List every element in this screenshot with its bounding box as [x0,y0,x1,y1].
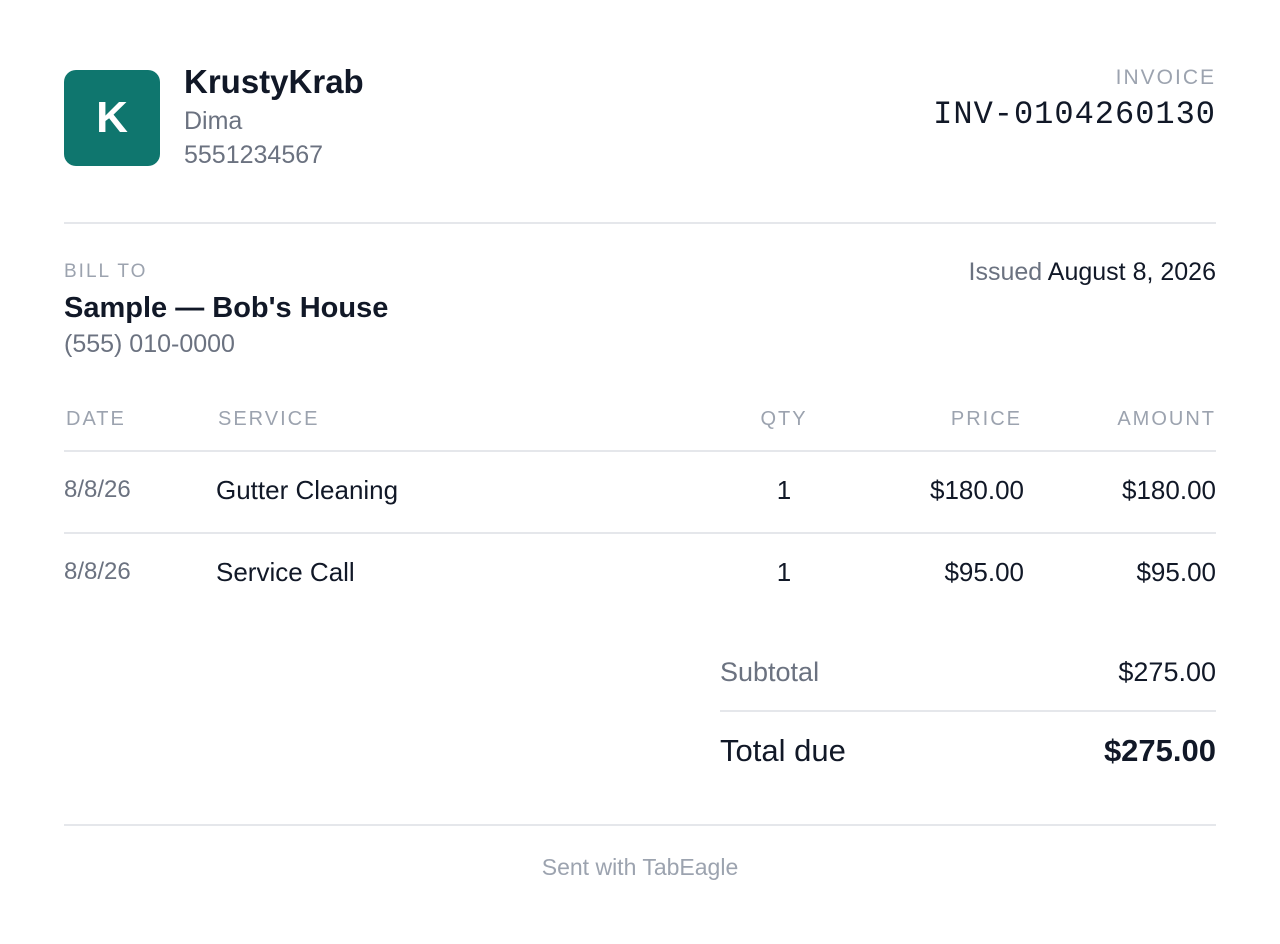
issued-label: Issued [968,258,1043,286]
footer-text: Sent with TabEagle [541,854,739,880]
column-header-service: SERVICE [218,408,320,430]
row-date: 8/8/26 [64,476,131,503]
row-amount: $95.00 [1136,557,1216,587]
issued-value: August 8, 2026 [1047,258,1216,286]
row-qty: 1 [776,475,792,505]
subtotal-value: $275.00 [1118,657,1216,687]
row-qty: 1 [776,557,792,587]
table-header-divider [64,450,1216,452]
summary-divider [720,710,1216,712]
row-price: $180.00 [930,475,1024,505]
business-name: KrustyKrab [184,63,364,100]
row-service: Gutter Cleaning [216,475,399,505]
business-logo: K [64,70,160,166]
bill-to-name: Sample — Bob's House [64,292,389,324]
row-date: 8/8/26 [64,558,131,585]
invoice-number: INV-0104260130 [933,96,1216,133]
business-contact: Dima [184,107,243,135]
column-header-price: PRICE [950,408,1022,430]
bill-to-phone: (555) 010-0000 [64,330,235,358]
invoice-page: K KrustyKrab Dima 5551234567 INVOICE INV… [0,0,1280,944]
business-phone: 5551234567 [184,141,324,169]
column-header-date: DATE [66,408,126,430]
bill-to-label: BILL TO [64,261,148,282]
row-amount: $180.00 [1122,475,1216,505]
column-header-qty: QTY [760,408,808,430]
total-due-label: Total due [720,733,846,768]
header-divider [64,222,1216,224]
invoice-label: INVOICE [1115,66,1216,89]
row-service: Service Call [216,557,355,587]
row-price: $95.00 [944,557,1024,587]
column-header-amount: AMOUNT [1117,408,1216,430]
issued-date: Issued August 8, 2026 [969,258,1216,287]
row-divider [64,532,1216,534]
subtotal-label: Subtotal [720,657,820,687]
logo-letter: K [96,93,128,142]
footer-divider [64,824,1216,826]
total-due-value: $275.00 [1103,733,1216,768]
